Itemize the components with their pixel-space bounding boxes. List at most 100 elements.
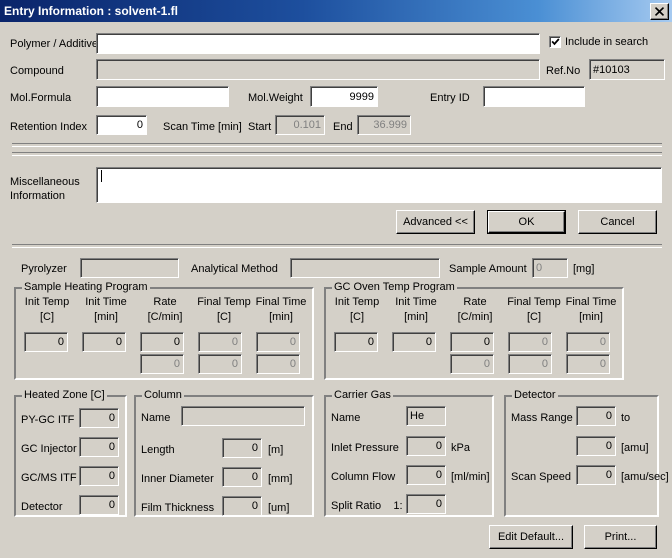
carrier-gas-row2-input[interactable]: 0 bbox=[406, 494, 446, 514]
mol-formula-label: Mol.Formula bbox=[10, 92, 72, 104]
pyrolyzer-label: Pyrolyzer bbox=[21, 263, 67, 275]
cancel-button-label: Cancel bbox=[600, 216, 635, 228]
mol-weight-input[interactable]: 9999 bbox=[310, 86, 378, 107]
heated-zone-row1-input[interactable]: 0 bbox=[79, 437, 119, 457]
mol-weight-label: Mol.Weight bbox=[248, 92, 303, 104]
sh-r1c2-input[interactable]: 0 bbox=[140, 332, 184, 352]
separator-advanced bbox=[12, 244, 662, 248]
gc-r2c4-input[interactable]: 0 bbox=[566, 354, 610, 374]
polymer-additive-input[interactable] bbox=[96, 33, 540, 54]
column-name-label: Name bbox=[141, 412, 171, 424]
gc-r1c1-input[interactable]: 0 bbox=[392, 332, 436, 352]
entry-id-label: Entry ID bbox=[430, 92, 470, 104]
sample-amount-unit: [mg] bbox=[573, 263, 595, 275]
compound-input[interactable] bbox=[96, 59, 540, 80]
scan-speed-input[interactable]: 0 bbox=[576, 465, 616, 485]
sh-r2c3-input[interactable]: 0 bbox=[198, 354, 242, 374]
entry-id-input[interactable] bbox=[483, 86, 585, 107]
column-name-input[interactable] bbox=[181, 406, 305, 426]
scan-end-value: 36.999 bbox=[357, 115, 411, 135]
gc-r1c2-input[interactable]: 0 bbox=[450, 332, 494, 352]
misc-info-label-line2: Information bbox=[10, 190, 66, 202]
carrier-gas-row1-input[interactable]: 0 bbox=[406, 465, 446, 485]
carrier-gas-row0-label: Inlet Pressure bbox=[331, 442, 399, 454]
gc-col1-unit: [min] bbox=[404, 311, 428, 323]
gc-oven-temp-program-title: GC Oven Temp Program bbox=[332, 281, 457, 293]
ok-button[interactable]: OK bbox=[487, 210, 566, 234]
misc-info-label-line1: Miscellaneous bbox=[10, 176, 80, 188]
title-bar: Entry Information : solvent-1.fl bbox=[0, 0, 672, 22]
refno-label: Ref.No bbox=[546, 65, 581, 77]
checkbox-box bbox=[549, 36, 561, 48]
retention-index-label: Retention Index bbox=[10, 121, 88, 133]
column-row1-unit: [mm] bbox=[268, 473, 293, 485]
edit-default-button-label: Edit Default... bbox=[497, 531, 565, 543]
scan-start-label: Start bbox=[248, 121, 272, 133]
carrier-gas-row2-label: Split Ratio 1: bbox=[331, 500, 403, 512]
sh-col3-name: Final Temp bbox=[197, 296, 251, 308]
heated-zone-row2-input[interactable]: 0 bbox=[79, 466, 119, 486]
cancel-button[interactable]: Cancel bbox=[578, 210, 657, 234]
sh-r2c2-input[interactable]: 0 bbox=[140, 354, 184, 374]
gc-r1c4-input[interactable]: 0 bbox=[566, 332, 610, 352]
sh-col2-unit: [C/min] bbox=[147, 311, 183, 323]
sample-amount-input[interactable]: 0 bbox=[532, 258, 568, 278]
scan-speed-label: Scan Speed bbox=[511, 471, 571, 483]
sh-col4-name: Final Time bbox=[255, 296, 307, 308]
scan-time-label: Scan Time [min] bbox=[163, 121, 242, 133]
mass-range-unit: [amu] bbox=[621, 442, 649, 454]
sh-r2c4-input[interactable]: 0 bbox=[256, 354, 300, 374]
column-row1-label: Inner Diameter bbox=[141, 473, 214, 485]
gc-col0-unit: [C] bbox=[349, 311, 365, 323]
column-row2-input[interactable]: 0 bbox=[222, 496, 262, 516]
window-title: Entry Information : solvent-1.fl bbox=[4, 4, 179, 18]
heated-zone-row0-label: PY-GC ITF bbox=[21, 414, 75, 426]
column-title: Column bbox=[142, 389, 184, 401]
carrier-gas-name-input[interactable]: He bbox=[406, 406, 446, 426]
sh-col0-unit: [C] bbox=[39, 311, 55, 323]
gc-r2c2-input[interactable]: 0 bbox=[450, 354, 494, 374]
mass-range-to-input[interactable]: 0 bbox=[576, 436, 616, 456]
pyrolyzer-input[interactable] bbox=[80, 258, 179, 278]
gc-r2c3-input[interactable]: 0 bbox=[508, 354, 552, 374]
gc-col3-unit: [C] bbox=[526, 311, 542, 323]
column-row1-input[interactable]: 0 bbox=[222, 467, 262, 487]
sh-col3-unit: [C] bbox=[216, 311, 232, 323]
close-icon[interactable] bbox=[650, 3, 669, 20]
separator-top bbox=[12, 143, 662, 147]
text-caret bbox=[101, 170, 102, 182]
gc-col4-unit: [min] bbox=[579, 311, 603, 323]
compound-label: Compound bbox=[10, 65, 64, 77]
gc-col4-name: Final Time bbox=[565, 296, 617, 308]
sh-r1c0-input[interactable]: 0 bbox=[24, 332, 68, 352]
column-row2-label: Film Thickness bbox=[141, 502, 215, 514]
include-in-search-checkbox[interactable]: Include in search bbox=[549, 36, 648, 48]
carrier-gas-row0-input[interactable]: 0 bbox=[406, 436, 446, 456]
column-row0-label: Length bbox=[141, 444, 175, 456]
heated-zone-row3-input[interactable]: 0 bbox=[79, 495, 119, 515]
advanced-button[interactable]: Advanced << bbox=[396, 210, 475, 234]
sample-heating-program-title: Sample Heating Program bbox=[22, 281, 150, 293]
analytical-method-input[interactable] bbox=[290, 258, 440, 278]
sh-r1c3-input[interactable]: 0 bbox=[198, 332, 242, 352]
sh-r1c4-input[interactable]: 0 bbox=[256, 332, 300, 352]
retention-index-input[interactable]: 0 bbox=[96, 115, 147, 135]
refno-value: #10103 bbox=[589, 59, 665, 80]
gc-col2-name: Rate bbox=[463, 296, 487, 308]
print-button[interactable]: Print... bbox=[584, 525, 657, 549]
edit-default-button[interactable]: Edit Default... bbox=[489, 525, 573, 549]
carrier-gas-name-label: Name bbox=[331, 412, 361, 424]
mol-formula-input[interactable] bbox=[96, 86, 229, 107]
gc-r1c3-input[interactable]: 0 bbox=[508, 332, 552, 352]
scan-start-value: 0.101 bbox=[275, 115, 325, 135]
scan-speed-unit: [amu/sec] bbox=[621, 471, 669, 483]
misc-info-textarea[interactable] bbox=[96, 167, 662, 203]
column-row0-unit: [m] bbox=[268, 444, 284, 456]
mass-range-label: Mass Range bbox=[511, 412, 573, 424]
sh-r1c1-input[interactable]: 0 bbox=[82, 332, 126, 352]
sample-amount-label: Sample Amount bbox=[449, 263, 527, 275]
heated-zone-row0-input[interactable]: 0 bbox=[79, 408, 119, 428]
column-row0-input[interactable]: 0 bbox=[222, 438, 262, 458]
gc-r1c0-input[interactable]: 0 bbox=[334, 332, 378, 352]
mass-range-from-input[interactable]: 0 bbox=[576, 406, 616, 426]
